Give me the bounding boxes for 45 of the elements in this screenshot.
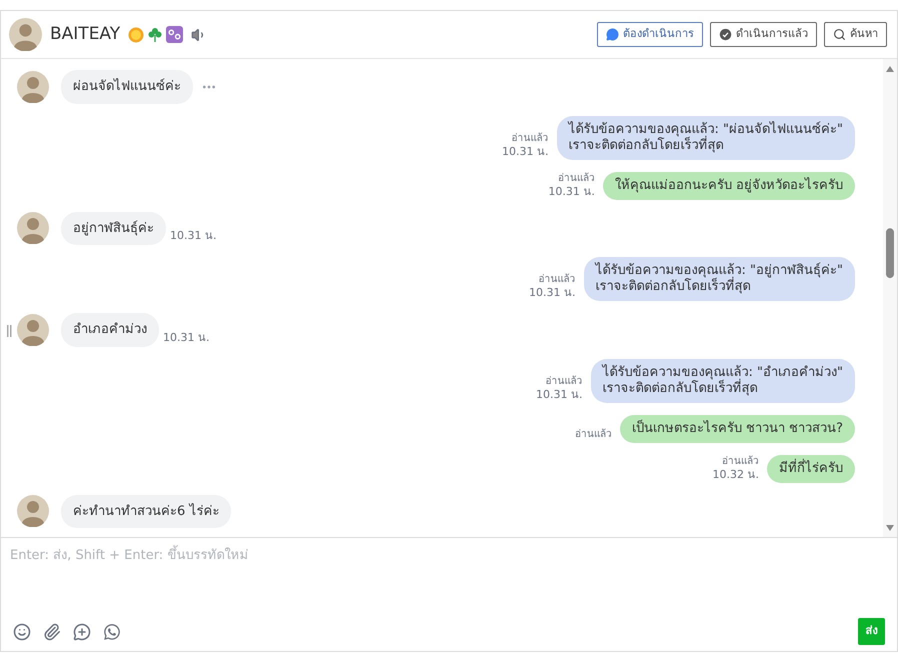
profile-avatar-icon — [9, 18, 42, 51]
phone-bubble-icon[interactable] — [103, 622, 121, 640]
avatar-icon — [17, 314, 49, 346]
scrollbar[interactable] — [883, 59, 897, 537]
avatar-icon — [17, 212, 49, 244]
read-receipt: อ่านแล้ว — [538, 273, 576, 286]
outgoing-message: เป็นเกษตรอะไรครับ ชาวนา ชาวสวน? — [620, 414, 855, 442]
filter-button[interactable]: ต้องดำเนินการ — [597, 22, 703, 47]
auto-reply-message: ได้รับข้อความของคุณแล้ว: "ผ่อนจัดไฟแนนซ์ค่ะ" เราจะติดต่อกลับโดยเร็วที่สุด — [556, 116, 855, 160]
sun-icon — [128, 26, 144, 42]
check-bubble-icon — [719, 28, 732, 41]
outgoing-message: มีที่กี่ไร่ครับ — [767, 454, 855, 482]
contact-name: BAITEAY — [50, 22, 120, 46]
chat-bubble-icon — [606, 28, 619, 41]
incoming-message: อำเภอคำม่วง — [61, 313, 159, 346]
filter-button[interactable]: ดำเนินการแล้ว — [710, 22, 817, 47]
message-time: 10.31 น. — [502, 144, 549, 158]
clover-icon — [148, 27, 162, 42]
read-receipt: อ่านแล้ว — [512, 132, 549, 144]
search-icon — [833, 28, 846, 41]
filter-button[interactable]: ค้นหา — [824, 22, 887, 47]
outgoing-message: ให้คุณแม่ออกนะครับ อยู่จังหวัดอะไรครับ — [602, 172, 855, 200]
message-time: 10.31 น. — [529, 286, 576, 299]
message-time: 10.31 น. — [536, 388, 583, 400]
message-time: 10.31 น. — [548, 184, 595, 198]
resize-handle-icon[interactable] — [7, 325, 12, 337]
message-time: 10.32 น. — [712, 468, 759, 480]
message-input[interactable]: Enter: ส่ง, Shift + Enter: ขึ้นบรรทัดใหม่ — [1, 538, 897, 618]
read-receipt: อ่านแล้ว — [722, 454, 759, 468]
auto-reply-message: ได้รับข้อความของคุณแล้ว: "อำเภอคำม่วง" เราจะติดต่อกลับโดยเร็วที่สุด — [590, 358, 855, 402]
incoming-message: ผ่อนจัดไฟแนนซ์ค่ะ — [61, 70, 193, 104]
message-time: 10.31 น. — [163, 330, 210, 346]
read-receipt: อ่านแล้ว — [558, 172, 595, 184]
auto-reply-message: ได้รับข้อความของคุณแล้ว: "อยู่กาฬสินธุ์ค่ะ" เราจะติดต่อกลับโดยเร็วที่สุด — [584, 257, 855, 301]
incoming-message: ค่ะทำนาทำสวนค่ะ6 ไร่ค่ะ — [61, 494, 232, 528]
read-receipt: อ่านแล้ว — [574, 428, 612, 440]
add-message-icon[interactable] — [73, 622, 91, 640]
attachment-icon[interactable] — [43, 622, 61, 640]
avatar-icon — [17, 70, 49, 103]
avatar-icon — [17, 495, 49, 528]
read-receipt: อ่านแล้ว — [546, 374, 583, 388]
incoming-message: อยู่กาฬสินธุ์ค่ะ — [61, 212, 166, 245]
emoji-icon[interactable] — [13, 622, 31, 640]
zodiac-icon — [166, 26, 184, 43]
message-time: 10.31 น. — [170, 228, 216, 244]
